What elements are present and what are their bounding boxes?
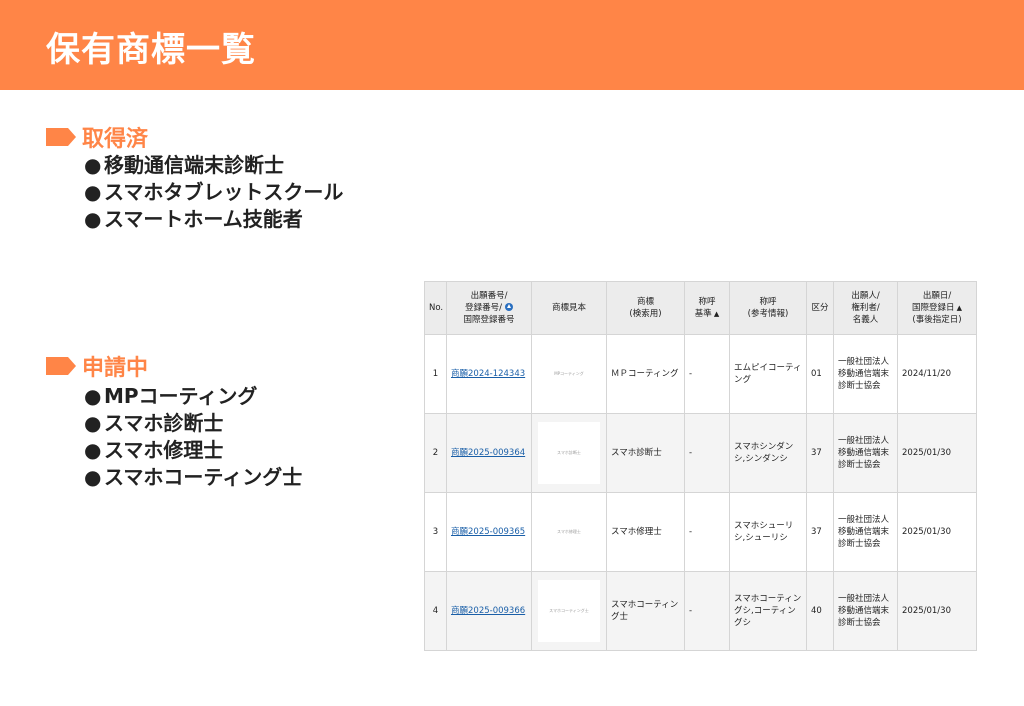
- cell-no: 2: [424, 413, 447, 493]
- cell-number: 商願2024-124343: [446, 334, 532, 414]
- cell-basis: -: [684, 334, 730, 414]
- bullet-icon: ●: [84, 411, 102, 435]
- cell-image: MPコーティング: [531, 334, 607, 414]
- cell-mark: ＭＰコーティング: [606, 334, 685, 414]
- cell-no: 4: [424, 571, 447, 651]
- table-row: 2 商願2025-009364 スマホ診断士 スマホ診断士 - スマホシンダンシ…: [424, 413, 977, 493]
- bullet-icon: ●: [84, 153, 102, 177]
- cell-applicant: 一般社団法人移動通信端末診断士協会: [833, 571, 898, 651]
- cell-class: 40: [806, 571, 834, 651]
- list-item: ● スマートホーム技能者: [84, 207, 303, 231]
- cell-class: 01: [806, 334, 834, 414]
- cell-reading: エムピイコーティング: [729, 334, 807, 414]
- cell-applicant: 一般社団法人移動通信端末診断士協会: [833, 334, 898, 414]
- trademark-sample-image[interactable]: スマホコーティング士: [538, 580, 600, 642]
- table-header-row: No. 出願番号/ 登録番号/ 国際登録番号 商標見本 商標 (検索用) 称呼 基準…: [424, 281, 977, 335]
- col-header-class[interactable]: 区分: [806, 281, 834, 335]
- cell-reading: スマホシンダンシ,シンダンシ: [729, 413, 807, 493]
- list-item: ● スマホコーティング士: [84, 465, 303, 489]
- cell-class: 37: [806, 492, 834, 572]
- col-header-no[interactable]: No.: [424, 281, 447, 335]
- cell-date: 2025/01/30: [897, 571, 977, 651]
- cell-date: 2024/11/20: [897, 334, 977, 414]
- bullet-icon: ●: [84, 180, 102, 204]
- cell-image: スマホコーティング士: [531, 571, 607, 651]
- section-title: 申請中: [82, 356, 149, 381]
- section-title: 取得済: [82, 127, 149, 152]
- list-item: ● スマホ診断士: [84, 411, 224, 435]
- cell-applicant: 一般社団法人移動通信端末診断士協会: [833, 492, 898, 572]
- cell-reading: スマホシューリシ,シューリシ: [729, 492, 807, 572]
- trademark-table: No. 出願番号/ 登録番号/ 国際登録番号 商標見本 商標 (検索用) 称呼 基準…: [424, 281, 977, 651]
- list-item: ● MPコーティング: [84, 384, 258, 408]
- cell-mark: スマホコーティング士: [606, 571, 685, 651]
- cell-mark: スマホ診断士: [606, 413, 685, 493]
- bullet-icon: ●: [84, 384, 102, 408]
- application-number-link[interactable]: 商願2024-124343: [451, 369, 525, 379]
- col-header-date[interactable]: 出願日/国際登録日 ▲ (事後指定日): [897, 281, 977, 335]
- cell-class: 37: [806, 413, 834, 493]
- sort-circle-icon[interactable]: [504, 303, 513, 312]
- table-row: 3 商願2025-009365 スマホ修理士 スマホ修理士 - スマホシューリシ…: [424, 492, 977, 572]
- sort-up-icon[interactable]: ▲: [714, 310, 719, 318]
- bullet-icon: ●: [84, 438, 102, 462]
- cell-no: 1: [424, 334, 447, 414]
- list-item: ● 移動通信端末診断士: [84, 153, 284, 177]
- application-number-link[interactable]: 商願2025-009366: [451, 606, 525, 616]
- cell-date: 2025/01/30: [897, 413, 977, 493]
- table-row: 4 商願2025-009366 スマホコーティング士 スマホコーティング士 - …: [424, 571, 977, 651]
- section-pending-heading: 申請中: [46, 350, 148, 382]
- bullet-icon: ●: [84, 207, 102, 231]
- list-item: ● スマホ修理士: [84, 438, 224, 462]
- cell-number: 商願2025-009365: [446, 492, 532, 572]
- section-acquired-heading: 取得済: [46, 121, 148, 153]
- application-number-link[interactable]: 商願2025-009364: [451, 448, 525, 458]
- cell-date: 2025/01/30: [897, 492, 977, 572]
- cell-basis: -: [684, 571, 730, 651]
- bullet-icon: ●: [84, 465, 102, 489]
- list-item: ● スマホタブレットスクール: [84, 180, 344, 204]
- arrow-tag-icon: [46, 357, 76, 375]
- pending-list: ● MPコーティング ● スマホ診断士 ● スマホ修理士 ● スマホコーティング士: [84, 383, 302, 491]
- trademark-sample-image[interactable]: スマホ診断士: [538, 422, 600, 484]
- col-header-basis[interactable]: 称呼 基準 ▲: [684, 281, 730, 335]
- application-number-link[interactable]: 商願2025-009365: [451, 527, 525, 537]
- sort-up-icon[interactable]: ▲: [957, 304, 962, 312]
- col-header-reading[interactable]: 称呼 (参考情報): [729, 281, 807, 335]
- col-header-number[interactable]: 出願番号/ 登録番号/ 国際登録番号: [446, 281, 532, 335]
- cell-image: スマホ診断士: [531, 413, 607, 493]
- table-row: 1 商願2024-124343 MPコーティング ＭＰコーティング - エムピイ…: [424, 334, 977, 414]
- cell-number: 商願2025-009366: [446, 571, 532, 651]
- cell-basis: -: [684, 413, 730, 493]
- cell-basis: -: [684, 492, 730, 572]
- col-header-image: 商標見本: [531, 281, 607, 335]
- arrow-tag-icon: [46, 128, 76, 146]
- trademark-sample-image[interactable]: MPコーティング: [538, 343, 600, 405]
- page-title: 保有商標一覧: [46, 30, 256, 70]
- header-banner: 保有商標一覧: [0, 0, 1024, 90]
- cell-image: スマホ修理士: [531, 492, 607, 572]
- cell-no: 3: [424, 492, 447, 572]
- cell-applicant: 一般社団法人移動通信端末診断士協会: [833, 413, 898, 493]
- cell-number: 商願2025-009364: [446, 413, 532, 493]
- cell-mark: スマホ修理士: [606, 492, 685, 572]
- acquired-list: ● 移動通信端末診断士 ● スマホタブレットスクール ● スマートホーム技能者: [84, 152, 343, 233]
- cell-reading: スマホコーティングシ,コーティングシ: [729, 571, 807, 651]
- col-header-applicant[interactable]: 出願人/権利者/名義人: [833, 281, 898, 335]
- col-header-mark[interactable]: 商標 (検索用): [606, 281, 685, 335]
- trademark-sample-image[interactable]: スマホ修理士: [538, 501, 600, 563]
